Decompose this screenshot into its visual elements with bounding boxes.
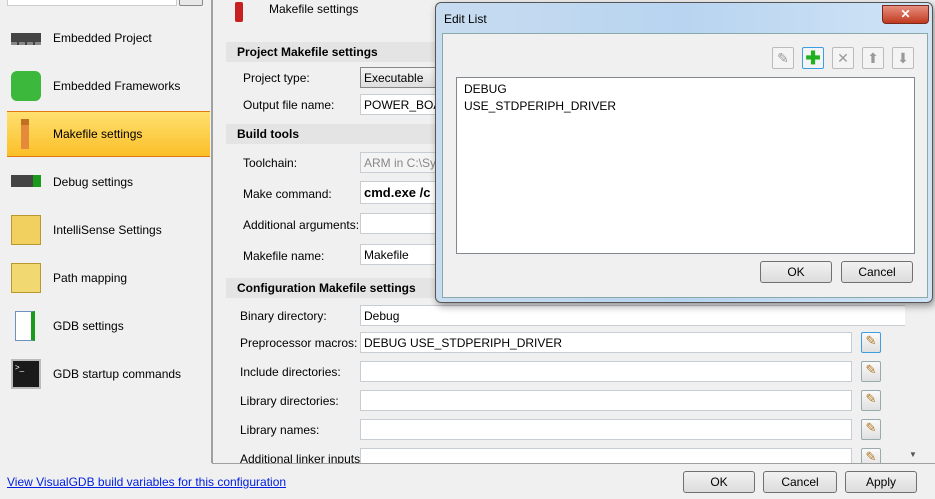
add-item-button[interactable]: ✚ [802, 47, 824, 69]
project-type-select[interactable]: Executable [360, 67, 440, 88]
cancel-button[interactable]: Cancel [763, 471, 837, 493]
dialog-close-button[interactable]: ✕ [882, 5, 929, 24]
chip-play-icon [11, 175, 41, 187]
edit-library-dirs-button[interactable]: ✎ [861, 390, 881, 411]
include-dirs-input[interactable] [360, 361, 852, 382]
sidebar-divider [211, 0, 213, 463]
arrow-up-icon: ⬆ [867, 50, 879, 66]
make-command-input[interactable]: cmd.exe /c " [360, 181, 440, 204]
document-play-icon [15, 311, 35, 341]
library-dirs-label: Library directories: [240, 394, 339, 408]
apply-button[interactable]: Apply [845, 471, 917, 493]
sidebar-item-intellisense-settings[interactable]: IntelliSense Settings [7, 208, 210, 254]
include-dirs-label: Include directories: [240, 365, 341, 379]
pencil-icon: ✎ [865, 391, 877, 406]
pencil-icon: ✎ [865, 449, 877, 463]
page-title: Makefile settings [269, 2, 359, 16]
binary-dir-input[interactable]: Debug [360, 305, 908, 326]
output-file-label: Output file name: [243, 98, 335, 112]
sidebar-item-path-mapping[interactable]: Path mapping [7, 256, 210, 302]
move-up-button[interactable]: ⬆ [862, 47, 884, 69]
sidebar-item-debug-settings[interactable]: Debug settings [7, 160, 210, 206]
library-dirs-input[interactable] [360, 390, 852, 411]
dialog-cancel-button[interactable]: Cancel [841, 261, 913, 283]
binary-dir-label: Binary directory: [240, 309, 327, 323]
pencil-icon: ✎ [865, 333, 877, 348]
sidebar-item-makefile-settings[interactable]: Makefile settings [7, 111, 210, 157]
edit-preproc-button[interactable]: ✎ [861, 332, 881, 353]
edit-linker-inputs-button[interactable]: ✎ [861, 448, 881, 463]
toolchain-select[interactable]: ARM in C:\Sys [360, 152, 440, 173]
dialog-ok-button[interactable]: OK [760, 261, 832, 283]
output-file-input[interactable]: POWER_BOAR [360, 94, 440, 115]
makefile-name-input[interactable]: Makefile [360, 244, 440, 265]
linker-inputs-input[interactable] [360, 448, 852, 463]
scroll-down-arrow-icon[interactable]: ▼ [909, 450, 917, 459]
delete-item-button[interactable]: ✕ [832, 47, 854, 69]
edit-item-button[interactable]: ✎ [772, 47, 794, 69]
pencil-icon: ✎ [865, 362, 877, 377]
hammer-icon [21, 119, 29, 149]
item-list[interactable]: DEBUG USE_STDPERIPH_DRIVER [456, 77, 915, 254]
toolchain-label: Toolchain: [243, 156, 298, 170]
list-item[interactable]: DEBUG [464, 81, 907, 98]
preproc-input[interactable]: DEBUG USE_STDPERIPH_DRIVER [360, 332, 852, 353]
sidebar-item-embedded-frameworks[interactable]: Embedded Frameworks [7, 64, 210, 110]
main-bottom-border [212, 463, 935, 464]
plus-icon: ✚ [805, 48, 821, 68]
sidebar-search-input[interactable] [7, 0, 177, 6]
sidebar-item-gdb-startup-commands[interactable]: >_ GDB startup commands [7, 352, 210, 398]
sidebar-item-embedded-project[interactable]: Embedded Project [7, 16, 210, 62]
close-icon: ✕ [900, 7, 911, 21]
library-names-label: Library names: [240, 423, 320, 437]
preproc-label: Preprocessor macros: [240, 336, 358, 350]
puzzle-icon [11, 71, 41, 101]
project-type-label: Project type: [243, 71, 310, 85]
arrow-down-icon: ⬇ [897, 50, 909, 66]
intellisense-folder-icon [11, 215, 41, 245]
x-icon: ✕ [837, 50, 849, 66]
edit-library-names-button[interactable]: ✎ [861, 419, 881, 440]
terminal-icon: >_ [11, 359, 41, 389]
dialog-title: Edit List [444, 12, 487, 26]
pencil-icon: ✎ [777, 50, 789, 66]
sidebar-search-button[interactable] [179, 0, 203, 6]
page-icon [235, 2, 243, 22]
edit-include-dirs-button[interactable]: ✎ [861, 361, 881, 382]
makefile-name-label: Makefile name: [243, 249, 325, 263]
library-names-input[interactable] [360, 419, 852, 440]
make-command-label: Make command: [243, 187, 332, 201]
move-down-button[interactable]: ⬇ [892, 47, 914, 69]
additional-args-input[interactable] [360, 213, 440, 234]
folders-icon [11, 263, 41, 293]
additional-args-label: Additional arguments: [243, 218, 360, 232]
linker-inputs-label: Additional linker inputs: [240, 452, 364, 463]
ok-button[interactable]: OK [683, 471, 755, 493]
sidebar-item-gdb-settings[interactable]: GDB settings [7, 304, 210, 350]
chip-icon [11, 33, 41, 45]
clip-row: Additional linker inputs: ✎ [226, 446, 926, 463]
pencil-icon: ✎ [865, 420, 877, 435]
build-variables-link[interactable]: View VisualGDB build variables for this … [7, 475, 286, 489]
list-item[interactable]: USE_STDPERIPH_DRIVER [464, 98, 907, 115]
